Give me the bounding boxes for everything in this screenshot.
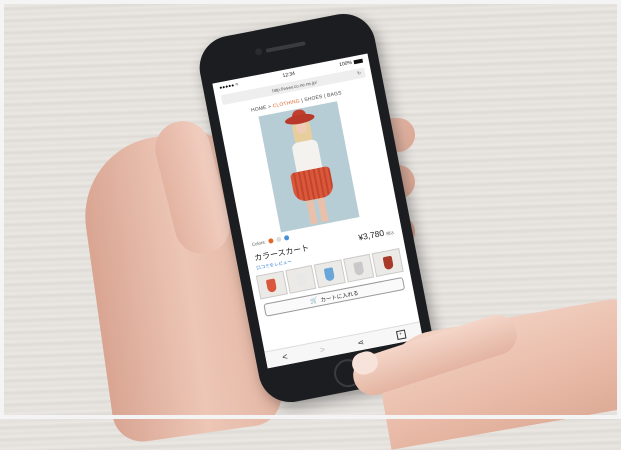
thumbnail[interactable] (342, 253, 375, 283)
breadcrumb-home[interactable]: HOME (251, 105, 268, 114)
thumbnail[interactable] (284, 265, 317, 294)
thumbnail[interactable] (372, 248, 404, 277)
battery-indicator: 100% (339, 58, 364, 68)
speaker (265, 41, 306, 53)
cart-icon: 🛒 (309, 297, 319, 305)
add-to-cart-label: カートに入れる (320, 290, 360, 304)
breadcrumb-shoes[interactable]: SHOES (304, 94, 323, 103)
battery-icon (353, 58, 364, 64)
product-image[interactable] (258, 101, 360, 233)
forward-button[interactable]: > (319, 344, 326, 355)
camera (254, 47, 263, 56)
breadcrumb-clothing[interactable]: CLOTHING (272, 98, 300, 109)
clock: 12:34 (282, 70, 296, 80)
product-price: ¥3,780 (357, 227, 385, 243)
tax-note: 税込 (385, 229, 395, 237)
thumbnail[interactable] (313, 259, 346, 289)
thumbnail[interactable] (255, 270, 288, 300)
share-icon[interactable]: ⋖ (356, 337, 364, 347)
carrier-signal: ●●●●● ≈ (218, 81, 239, 92)
reload-icon[interactable]: ↻ (357, 70, 362, 77)
back-button[interactable]: < (281, 351, 288, 362)
tabs-icon[interactable]: + (395, 329, 406, 340)
breadcrumb-bags[interactable]: BAGS (327, 90, 343, 99)
